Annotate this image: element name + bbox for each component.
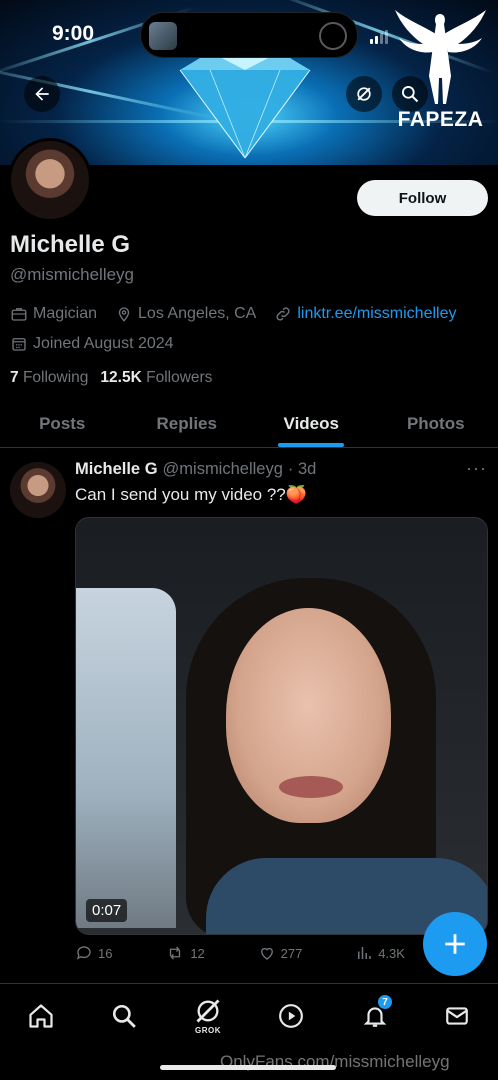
profile-joined-row: Joined August 2024 <box>10 335 186 353</box>
tab-replies[interactable]: Replies <box>125 400 250 447</box>
post-header: Michelle G @mismichelleyg · 3d <box>75 460 316 479</box>
plus-icon <box>445 934 465 954</box>
following-label: Following <box>22 369 89 386</box>
post-avatar[interactable] <box>10 462 66 518</box>
nav-home[interactable] <box>21 996 61 1036</box>
island-indicator-icon <box>319 22 347 50</box>
briefcase-icon <box>11 308 27 321</box>
grok-icon <box>196 999 220 1023</box>
post-author-handle[interactable]: @mismichelleyg <box>163 460 283 479</box>
video-duration: 0:07 <box>86 899 128 922</box>
tab-photos[interactable]: Photos <box>374 400 498 447</box>
grok-icon <box>357 87 371 101</box>
post-text: Can I send you my video ??🍑 <box>75 485 307 504</box>
status-time: 9:00 <box>52 22 95 45</box>
play-circle-icon <box>279 1004 303 1028</box>
link-text[interactable]: linktr.ee/missmichelley <box>297 305 456 323</box>
followers-label: Followers <box>146 369 213 386</box>
follow-button[interactable]: Follow <box>357 180 488 216</box>
video-subject-lips <box>279 776 343 798</box>
search-icon <box>112 1004 136 1028</box>
signal-icon <box>370 30 388 44</box>
profile-banner[interactable]: 9:00 FAPEZA <box>0 0 498 165</box>
profile-meta-row: Magician Los Angeles, CA linktr.ee/missm… <box>10 305 468 323</box>
heart-icon <box>260 947 273 960</box>
following-stat[interactable]: 7 Following <box>10 369 88 387</box>
reply-count: 16 <box>98 945 113 961</box>
diamond-image <box>179 52 311 159</box>
grok-summary-button[interactable] <box>346 76 382 112</box>
notification-badge: 7 <box>377 994 393 1010</box>
repost-icon <box>170 946 181 960</box>
more-options-icon[interactable]: ··· <box>466 458 487 479</box>
calendar-icon <box>12 338 26 351</box>
repost-button[interactable]: 12 <box>165 944 205 962</box>
followers-stat[interactable]: 12.5K Followers <box>100 369 212 387</box>
nav-messages[interactable] <box>437 996 477 1036</box>
like-button[interactable]: 277 <box>258 944 303 962</box>
video-car-window <box>76 588 176 928</box>
compose-button[interactable] <box>423 912 487 976</box>
island-thumbnail <box>149 22 177 50</box>
dynamic-island <box>140 12 358 58</box>
nav-search[interactable] <box>104 996 144 1036</box>
repost-count: 12 <box>190 945 205 961</box>
location-pin-icon <box>118 307 130 322</box>
grok-label: GROK <box>195 1026 221 1035</box>
occupation-text: Magician <box>33 305 98 322</box>
joined-text: Joined August 2024 <box>33 335 174 352</box>
home-icon <box>29 1004 53 1028</box>
views-button[interactable]: 4.3K <box>355 944 405 962</box>
view-count: 4.3K <box>378 945 405 961</box>
fapeza-watermark-text: FAPEZA <box>397 108 484 131</box>
post-time: · 3d <box>287 460 317 478</box>
nav-notifications[interactable]: 7 <box>355 994 395 1036</box>
post-actions: 16 12 277 4.3K <box>75 944 405 962</box>
profile-link[interactable]: linktr.ee/missmichelley <box>274 305 456 323</box>
fapeza-watermark: FAPEZA <box>393 6 488 132</box>
post-video[interactable]: 0:07 <box>75 517 488 935</box>
home-indicator[interactable] <box>160 1065 336 1070</box>
profile-avatar[interactable] <box>8 138 92 222</box>
profile-tabs: Posts Replies Videos Photos <box>0 400 498 448</box>
location-text: Los Angeles, CA <box>138 305 257 322</box>
followers-count: 12.5K <box>100 369 142 386</box>
post-author-name[interactable]: Michelle G <box>75 460 158 479</box>
reply-icon <box>76 946 91 960</box>
profile-stats: 7 Following 12.5K Followers <box>10 369 212 387</box>
winged-figure-logo <box>395 10 486 104</box>
profile-handle: @mismichelleyg <box>10 265 135 284</box>
tab-posts[interactable]: Posts <box>0 400 125 447</box>
profile-location: Los Angeles, CA <box>115 305 256 323</box>
profile-joined: Joined August 2024 <box>10 335 174 353</box>
analytics-icon <box>358 947 371 959</box>
back-button[interactable] <box>24 76 60 112</box>
nav-grok[interactable]: GROK <box>188 996 228 1036</box>
like-count: 277 <box>280 945 303 961</box>
mail-icon <box>446 1007 468 1025</box>
profile-occupation: Magician <box>10 305 97 323</box>
link-icon <box>276 307 290 321</box>
nav-video[interactable] <box>271 996 311 1036</box>
tab-videos[interactable]: Videos <box>249 400 374 447</box>
reply-button[interactable]: 16 <box>75 944 112 962</box>
arrow-left-icon <box>35 87 49 101</box>
profile-display-name: Michelle G <box>10 231 131 258</box>
following-count: 7 <box>10 369 19 386</box>
